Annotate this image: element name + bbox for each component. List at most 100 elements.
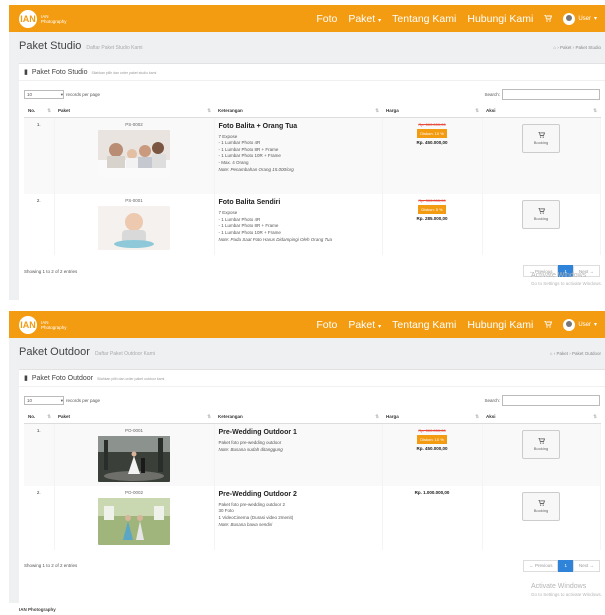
booking-button[interactable]: Booking [522,200,560,229]
nav-paket[interactable]: Paket ▾ [348,319,381,331]
final-price: Rp. 1.000.000,00 [414,489,450,495]
old-price: Rp. 500.000,00 [418,427,446,433]
breadcrumb[interactable]: ⌂ › Paket › Paket Outdoor [550,351,605,356]
nav-menu: Foto Paket ▾ Tentang Kami Hubungi Kami U… [316,318,597,331]
col-harga[interactable]: Harga ⇅ [382,410,482,424]
package-name: Foto Balita + Orang Tua [218,122,298,130]
col-no[interactable]: No. ⇅ [24,410,54,424]
search-input[interactable] [502,395,600,406]
nav-paket-label: Paket [348,12,376,25]
booking-button[interactable]: Booking [522,123,560,153]
package-details: 7 Expose - 1 Lumbar Photo 4R - 1 Lumbar … [219,134,378,174]
booking-button[interactable]: Booking [522,429,560,459]
col-aksi[interactable]: Aksi ⇅ [482,410,600,424]
description-cell: Foto Balita Sendiri 7 Expose - 1 Lumbar … [214,194,383,255]
sort-icon: ⇅ [207,107,211,113]
user-menu[interactable]: User ▾ [563,318,597,331]
cart-icon[interactable] [544,13,553,25]
search-label: Search: [484,92,500,97]
cart-icon[interactable] [544,319,553,331]
package-note: Note: Busana bawa sendiri [218,522,273,527]
user-avatar-icon [563,318,576,331]
baby-photo [98,206,170,250]
watermark-title: Activate Windows [530,583,587,590]
nav-tentang[interactable]: Tentang Kami [392,13,456,25]
per-page-value: 10 [27,398,33,403]
user-label: User [578,15,591,22]
action-cell: Booking [482,194,601,255]
col-aksi-label: Aksi [486,107,496,113]
detail-line: - Max. 4 Orang [218,159,249,165]
col-paket[interactable]: Paket ⇅ [54,410,214,424]
sort-icon: ⇅ [475,107,479,113]
card-title: Paket Foto Outdoor [31,375,93,382]
description-cell: Foto Balita + Orang Tua 7 Expose - 1 Lum… [214,117,383,194]
nav-foto[interactable]: Foto [316,319,337,331]
page-title: Paket Outdoor [19,346,90,358]
nav-hubungi[interactable]: Hubungi Kami [467,13,533,25]
col-keterangan-label: Keterangan [218,413,243,419]
nav-paket[interactable]: Paket ▾ [348,13,381,25]
booking-button[interactable]: Booking [522,491,560,521]
search-box: Search: [484,89,600,100]
package-card: ▮ Paket Foto Outdoor Silahkan pilih dan … [19,369,605,603]
nav-menu: Foto Paket ▾ Tentang Kami Hubungi Kami U… [316,12,597,25]
col-no-label: No. [28,107,36,113]
logo-mark: IAN [19,315,37,334]
per-page-select[interactable]: 10 ▾ [24,396,64,405]
brand-logo[interactable]: IAN IAN Photography [19,9,75,28]
col-harga[interactable]: Harga ⇅ [382,104,482,118]
chevron-down-icon: ▾ [60,91,63,97]
action-cell: Booking [482,117,601,194]
cart-icon [537,437,545,444]
detail-line: Paket foto pre-wedding outdoor [218,439,282,445]
chevron-down-icon: ▾ [60,397,63,403]
user-avatar-icon [563,12,576,25]
booking-label: Booking [533,216,549,221]
breadcrumb[interactable]: ⌂ › Paket › Paket Studio [553,45,605,50]
logo-mark: IAN [19,9,37,28]
col-no-label: No. [28,413,36,419]
per-page-select[interactable]: 10 ▾ [24,90,64,99]
sort-icon: ⇅ [207,413,211,419]
package-note: Note: Pada Saat Foto Harus Didampingi Ol… [218,237,332,242]
booking-label: Booking [533,445,549,451]
entries-info: Showing 1 to 2 of 2 entries [24,268,78,274]
card-subtitle: Silahkan pilih dan order paket outdoor k… [96,377,165,381]
page-subtitle: Daftar Paket Outdoor Kami [94,351,155,357]
search-input[interactable] [502,89,600,100]
nav-hubungi[interactable]: Hubungi Kami [467,319,533,331]
card-title: Paket Foto Studio [31,69,88,76]
row-number: 2. [24,485,55,550]
col-paket[interactable]: Paket ⇅ [54,104,214,118]
col-harga-label: Harga [386,107,399,113]
prev-page-button[interactable]: ← Previous [523,559,559,572]
package-cell: PO-0001 [54,423,215,486]
packages-table: No. ⇅ Paket ⇅ Keterangan ⇅ Harga ⇅ Aksi ⇅ 1. … [24,410,601,550]
col-harga-label: Harga [386,413,399,419]
page-button[interactable]: 1 [558,559,573,572]
chevron-down-icon: ▾ [593,322,597,328]
nav-foto[interactable]: Foto [316,13,337,25]
chevron-down-icon: ▾ [378,323,382,330]
logo-text: IAN Photography [41,13,67,24]
table-controls: 10 ▾ records per page Search: [19,81,605,104]
user-menu[interactable]: User ▾ [563,12,597,25]
cart-icon [537,499,545,506]
brand-logo[interactable]: IAN IAN Photography [19,315,75,334]
col-keterangan[interactable]: Keterangan ⇅ [214,104,382,118]
page-title: Paket Studio [19,40,82,52]
nav-tentang[interactable]: Tentang Kami [392,319,456,331]
page-subtitle: Daftar Paket Studio Kami [86,45,143,51]
old-price: Rp. 500.000,00 [418,121,446,127]
next-page-button[interactable]: Next → [572,559,600,572]
col-no[interactable]: No. ⇅ [24,104,54,118]
booking-label: Booking [533,507,549,513]
col-aksi-label: Aksi [486,413,496,419]
sort-icon: ⇅ [593,107,597,113]
col-keterangan[interactable]: Keterangan ⇅ [214,410,382,424]
activation-watermark: Activate Windows Go to Settings to activ… [531,583,602,599]
col-aksi[interactable]: Aksi ⇅ [482,104,600,118]
package-note: Note: Penambahan Orang 15.000/org [218,167,294,172]
navbar: IAN IAN Photography Foto Paket ▾ Tentang… [9,311,605,338]
